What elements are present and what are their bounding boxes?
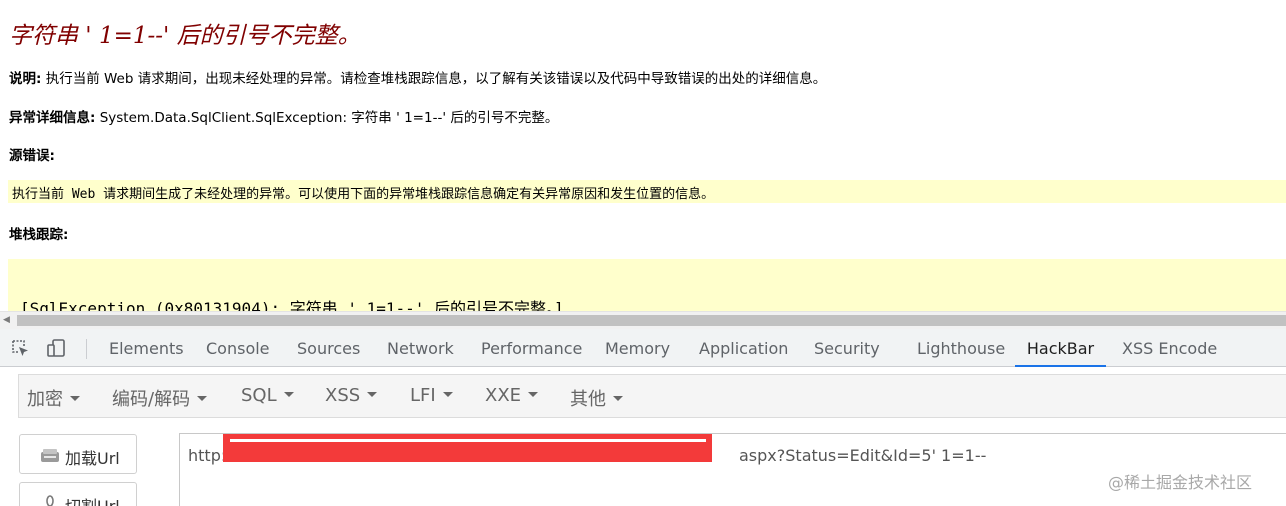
inspect-element-icon[interactable] xyxy=(10,338,30,358)
menu-encrypt-label: 加密 xyxy=(27,389,63,410)
menu-xss-label: XSS xyxy=(325,385,361,406)
hackbar-menu-bar: 加密 编码/解码 SQL XSS LFI XXE 其他 xyxy=(18,374,1286,418)
devtools-tab-bar: Elements Console Sources Network Perform… xyxy=(0,329,1286,367)
chevron-down-icon xyxy=(70,395,80,401)
device-toolbar-icon[interactable] xyxy=(46,338,66,358)
exception-text: System.Data.SqlClient.SqlException: 字符串 … xyxy=(95,110,559,126)
chevron-down-icon xyxy=(367,391,378,397)
load-url-label: 加载Url xyxy=(65,449,120,468)
toolbar-divider xyxy=(86,339,87,359)
source-error-label: 源错误: xyxy=(9,148,55,164)
url-prefix: http: xyxy=(188,446,227,465)
tab-performance[interactable]: Performance xyxy=(481,329,582,367)
menu-lfi-label: LFI xyxy=(410,385,436,406)
menu-sql-label: SQL xyxy=(241,385,277,406)
stack-trace-heading: 堆栈跟踪: xyxy=(9,223,68,243)
error-page: 字符串 ' 1=1--' 后的引号不完整。 说明: 执行当前 Web 请求期间，… xyxy=(0,0,1286,311)
menu-sql[interactable]: SQL xyxy=(241,385,294,406)
tab-hackbar[interactable]: HackBar xyxy=(1015,329,1106,367)
chevron-down-icon xyxy=(442,391,453,397)
exception-label: 异常详细信息: xyxy=(9,110,96,126)
scrollbar-thumb[interactable] xyxy=(17,315,1286,326)
menu-other-label: 其他 xyxy=(570,389,606,410)
stack-trace-label: 堆栈跟踪: xyxy=(9,227,69,243)
tab-security[interactable]: Security xyxy=(814,329,880,367)
chevron-down-icon xyxy=(528,391,539,397)
load-url-button[interactable]: 加载Url xyxy=(19,434,137,474)
error-title: 字符串 ' 1=1--' 后的引号不完整。 xyxy=(9,23,361,49)
browser-window: 字符串 ' 1=1--' 后的引号不完整。 说明: 执行当前 Web 请求期间，… xyxy=(0,0,1286,506)
menu-xxe-label: XXE xyxy=(485,385,522,406)
tab-console[interactable]: Console xyxy=(206,329,270,367)
tab-elements[interactable]: Elements xyxy=(109,329,184,367)
scroll-left-arrow-icon[interactable]: ◀ xyxy=(3,315,10,325)
tab-sources[interactable]: Sources xyxy=(297,329,360,367)
tab-network[interactable]: Network xyxy=(387,329,454,367)
source-error-box: 执行当前 Web 请求期间生成了未经处理的异常。可以使用下面的异常堆栈跟踪信息确… xyxy=(8,180,1286,203)
split-url-button[interactable]: 切割Url xyxy=(19,482,137,506)
tab-xss-encode[interactable]: XSS Encode xyxy=(1122,329,1217,367)
watermark: @稀土掘金技术社区 xyxy=(1108,473,1253,492)
menu-other[interactable]: 其他 xyxy=(570,385,623,411)
source-error-text: 执行当前 Web 请求期间生成了未经处理的异常。可以使用下面的异常堆栈跟踪信息确… xyxy=(12,187,715,202)
redaction-line xyxy=(230,439,706,442)
error-description: 说明: 执行当前 Web 请求期间，出现未经处理的异常。请检查堆栈跟踪信息，以了… xyxy=(9,67,826,87)
horizontal-scrollbar[interactable]: ◀ xyxy=(0,311,1286,329)
split-url-label: 切割Url xyxy=(65,493,120,506)
tab-memory[interactable]: Memory xyxy=(605,329,670,367)
menu-xss[interactable]: XSS xyxy=(325,385,378,406)
scissors-icon xyxy=(46,495,54,506)
tab-lighthouse[interactable]: Lighthouse xyxy=(917,329,1005,367)
source-error-heading: 源错误: xyxy=(9,144,55,164)
tab-application[interactable]: Application xyxy=(699,329,788,367)
menu-lfi[interactable]: LFI xyxy=(410,385,453,406)
chevron-down-icon xyxy=(283,391,294,397)
description-text: 执行当前 Web 请求期间，出现未经处理的异常。请检查堆栈跟踪信息，以了解有关该… xyxy=(41,71,827,87)
chevron-down-icon xyxy=(197,395,208,401)
url-suffix: aspx?Status=Edit&Id=5' 1=1-- xyxy=(739,446,987,465)
stack-trace-box: [SqlException (0x80131904): 字符串 ' 1=1--'… xyxy=(8,259,1286,311)
chevron-down-icon xyxy=(613,395,623,401)
menu-xxe[interactable]: XXE xyxy=(485,385,539,406)
menu-encode-decode[interactable]: 编码/解码 xyxy=(112,385,208,411)
stack-trace-line: [SqlException (0x80131904): 字符串 ' 1=1--'… xyxy=(20,299,564,311)
description-label: 说明: xyxy=(9,71,42,87)
load-disk-icon xyxy=(41,449,59,462)
menu-encrypt[interactable]: 加密 xyxy=(27,385,80,411)
menu-encode-decode-label: 编码/解码 xyxy=(112,389,191,410)
exception-details: 异常详细信息: System.Data.SqlClient.SqlExcepti… xyxy=(9,106,558,126)
